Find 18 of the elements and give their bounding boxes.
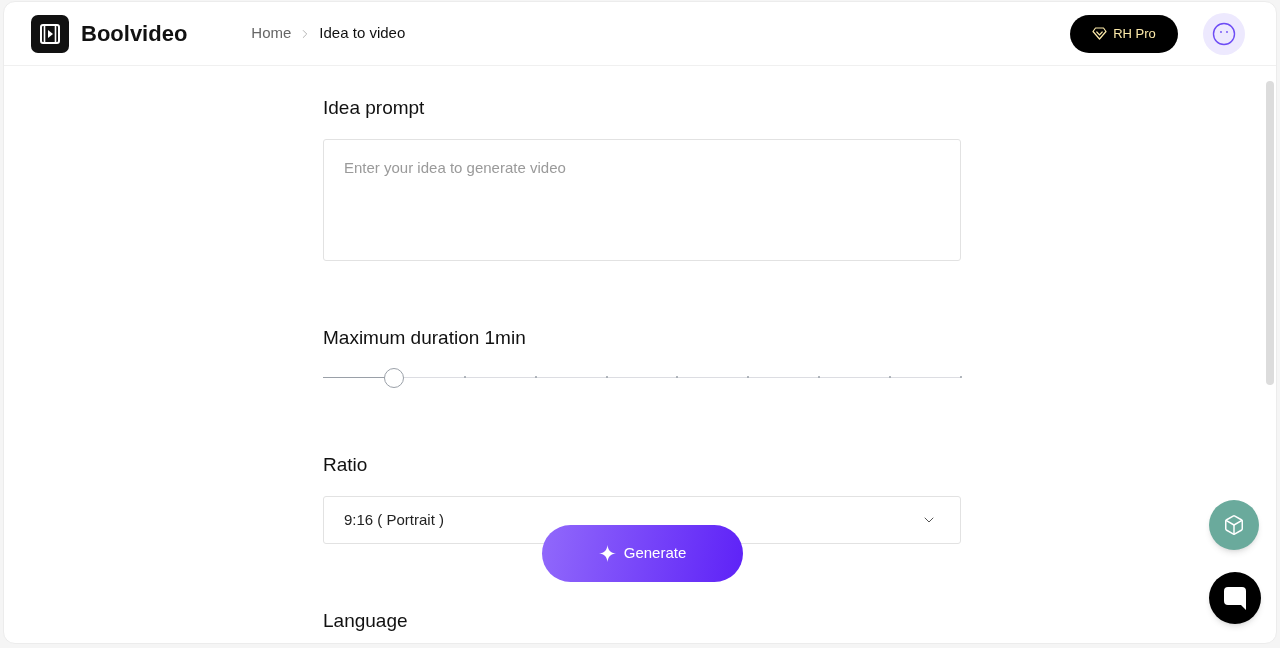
prompt-textarea[interactable]: Enter your idea to generate video <box>323 139 961 261</box>
field-label: Language <box>323 609 409 633</box>
logo-text: Boolvideo <box>81 20 188 48</box>
chat-bubble-icon <box>1224 586 1246 610</box>
avatar-icon[interactable] <box>1203 12 1245 55</box>
generate-button[interactable]: Generate <box>542 525 743 582</box>
sparkle-icon <box>598 545 616 562</box>
diamond-icon <box>1092 27 1108 40</box>
cube-icon <box>1223 514 1245 536</box>
field-label: Maximum duration 1min <box>323 326 527 350</box>
scrollbar-thumb[interactable] <box>1266 81 1274 385</box>
breadcrumb-link[interactable]: Idea to video <box>319 22 406 45</box>
pro-button[interactable]: RH Pro <box>1070 14 1178 53</box>
field-label: Idea prompt <box>323 96 426 120</box>
field-label: Ratio <box>323 453 369 477</box>
logo-icon <box>31 14 69 53</box>
slider-thumb[interactable] <box>383 368 404 388</box>
breadcrumb-link[interactable]: Home <box>251 22 292 45</box>
